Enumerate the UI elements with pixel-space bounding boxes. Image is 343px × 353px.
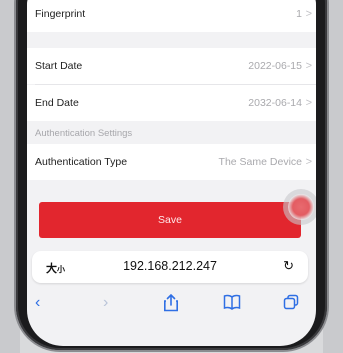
save-button[interactable]: Save	[39, 202, 301, 238]
fingerprint-value: 1	[296, 8, 302, 20]
bookmarks-icon[interactable]	[223, 294, 241, 315]
url-text[interactable]: 192.168.212.247	[32, 259, 308, 273]
phone-screen: Fingerprint 1 > Start Date 2022-06-15 > …	[27, 0, 316, 346]
end-date-label: End Date	[35, 97, 79, 109]
address-bar[interactable]: 大小 192.168.212.247 ↻	[32, 251, 308, 283]
back-icon[interactable]: ‹	[35, 294, 40, 312]
browser-toolbar: ‹ ›	[27, 289, 316, 319]
end-date-row[interactable]: End Date 2032-06-14 >	[27, 85, 316, 121]
auth-section-header: Authentication Settings	[35, 128, 133, 139]
fingerprint-label: Fingerprint	[35, 8, 86, 20]
start-date-row[interactable]: Start Date 2022-06-15 >	[27, 48, 316, 84]
auth-type-label: Authentication Type	[35, 156, 128, 168]
share-icon[interactable]	[163, 293, 179, 317]
auth-type-value: The Same Device	[218, 156, 302, 168]
start-date-value: 2022-06-15	[248, 60, 302, 72]
auth-type-row[interactable]: Authentication Type The Same Device >	[27, 144, 316, 180]
chevron-right-icon: >	[305, 156, 312, 168]
chevron-right-icon: >	[305, 97, 312, 109]
end-date-value: 2032-06-14	[248, 97, 302, 109]
reload-icon[interactable]: ↻	[283, 258, 294, 274]
touch-indicator	[288, 194, 314, 220]
forward-icon[interactable]: ›	[103, 294, 108, 312]
fingerprint-row[interactable]: Fingerprint 1 >	[27, 0, 316, 32]
chevron-right-icon: >	[305, 60, 312, 72]
tabs-icon[interactable]	[283, 294, 299, 315]
chevron-right-icon: >	[305, 8, 312, 20]
start-date-label: Start Date	[35, 60, 83, 72]
